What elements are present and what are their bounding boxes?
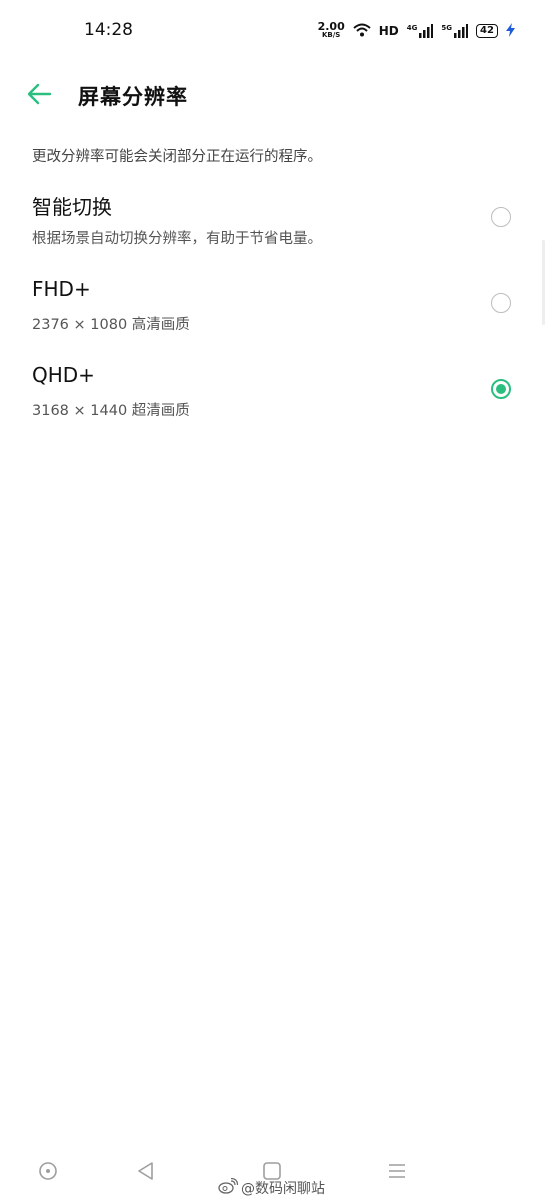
hd-label: HD	[378, 24, 399, 38]
radio-qhd[interactable]	[491, 379, 511, 399]
circle-dot-icon	[37, 1162, 59, 1186]
status-icons: 2.00 KB/S HD 4G 5G 42	[318, 20, 515, 42]
net-speed-value: 2.00	[317, 20, 345, 33]
status-bar: 14:28 2.00 KB/S HD 4G 5G 42	[0, 0, 545, 60]
weibo-icon	[218, 1177, 239, 1198]
option-title: QHD+	[32, 363, 95, 387]
charging-icon	[506, 22, 515, 41]
radio-fhd[interactable]	[491, 293, 511, 313]
signal-4g-icon: 4G	[407, 24, 434, 38]
option-subtitle: 3168 × 1440 超清画质	[32, 403, 190, 419]
status-time: 14:28	[84, 20, 133, 40]
signal-5g-icon: 5G	[441, 24, 468, 38]
signal-4g-label: 4G	[406, 24, 418, 32]
option-subtitle: 根据场景自动切换分辨率，有助于节省电量。	[32, 231, 322, 247]
radio-smart-switch[interactable]	[491, 207, 511, 227]
battery-icon: 42	[476, 24, 498, 38]
triangle-back-icon	[135, 1162, 157, 1186]
back-arrow-icon	[24, 83, 56, 112]
wifi-icon	[353, 22, 371, 41]
net-speed: 2.00 KB/S	[317, 20, 345, 40]
menu-lines-icon	[386, 1164, 408, 1186]
watermark-text: @数码闲聊站	[241, 1181, 325, 1197]
nav-assistant-button[interactable]	[37, 1160, 59, 1182]
page-title: 屏幕分辨率	[78, 85, 188, 109]
signal-5g-label: 5G	[441, 24, 452, 32]
option-title: FHD+	[32, 277, 91, 301]
net-speed-unit: KB/S	[321, 31, 341, 39]
header: 屏幕分辨率	[0, 70, 545, 118]
option-smart-switch[interactable]: 智能切换 根据场景自动切换分辨率，有助于节省电量。	[0, 191, 545, 271]
watermark: @数码闲聊站	[218, 1177, 325, 1198]
option-subtitle: 2376 × 1080 高清画质	[32, 317, 190, 333]
back-button[interactable]	[24, 80, 56, 108]
option-qhd[interactable]: QHD+ 3168 × 1440 超清画质	[0, 363, 545, 443]
nav-menu-button[interactable]	[386, 1160, 408, 1182]
nav-back-button[interactable]	[135, 1160, 157, 1182]
resolution-note: 更改分辨率可能会关闭部分正在运行的程序。	[32, 149, 322, 165]
option-fhd[interactable]: FHD+ 2376 × 1080 高清画质	[0, 277, 545, 357]
option-title: 智能切换	[32, 195, 112, 219]
